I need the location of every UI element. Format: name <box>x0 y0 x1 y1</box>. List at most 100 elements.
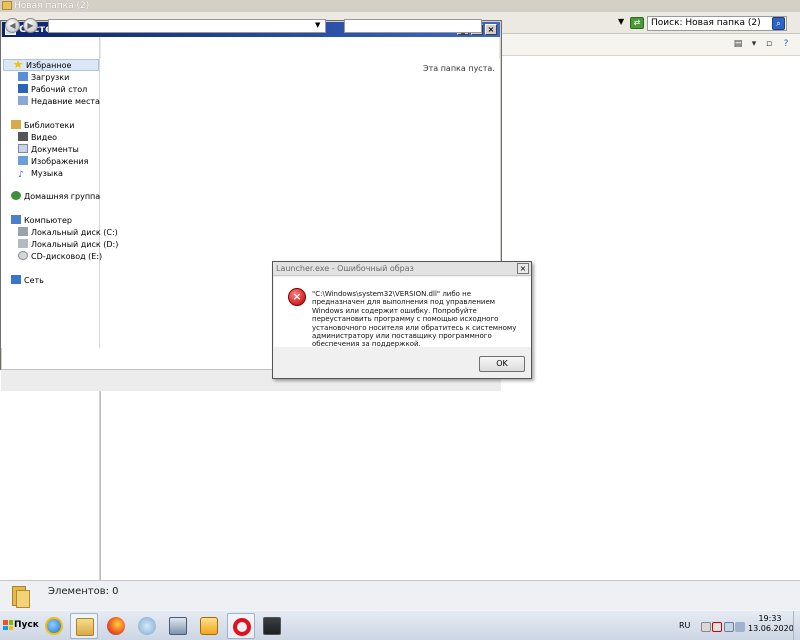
nav-item-drive-d[interactable]: Локальный диск (D:) <box>18 239 118 251</box>
video-icon <box>18 132 28 141</box>
empty-folder-message: Эта папка пуста. <box>423 64 495 73</box>
dialog-title-bar[interactable]: Launcher.exe - Ошибочный образ × <box>273 262 531 276</box>
nav-label: Музыка <box>31 169 63 178</box>
nav-label: Библиотеки <box>24 121 75 130</box>
nav-item-downloads[interactable]: Загрузки <box>18 72 69 84</box>
dialog-title: Launcher.exe - Ошибочный образ <box>276 264 414 273</box>
nav-item-libraries[interactable]: Библиотеки <box>11 120 74 132</box>
libraries-icon <box>11 120 21 129</box>
homegroup-icon <box>11 191 21 200</box>
nav-label: Загрузки <box>31 73 70 82</box>
clock-date: 13.06.2020 <box>748 624 794 633</box>
item-count: Элементов: 0 <box>48 586 119 597</box>
background-nav-pane <box>0 370 100 580</box>
internet-explorer-icon <box>45 617 63 635</box>
desktop-icon <box>18 84 28 93</box>
chevron-down-icon[interactable]: ▼ <box>315 21 320 29</box>
nav-label: Документы <box>31 145 79 154</box>
search-icon[interactable]: ⌕ <box>772 17 785 30</box>
nav-item-computer[interactable]: Компьютер <box>11 215 72 227</box>
nav-item-desktop[interactable]: Рабочий стол <box>18 84 87 96</box>
nav-item-video[interactable]: Видео <box>18 132 57 144</box>
network-status-icon[interactable] <box>712 622 722 632</box>
background-window-title[interactable]: Новая папка (2) <box>0 0 800 12</box>
nav-label: Локальный диск (D:) <box>31 240 119 249</box>
nav-item-documents[interactable]: Документы <box>18 144 79 156</box>
media-player-icon <box>200 617 218 635</box>
nav-label: Рабочий стол <box>31 85 88 94</box>
folder-icon <box>12 584 34 608</box>
downloads-icon <box>18 72 28 81</box>
error-message: "C:\Windows\system32\VERSION.dll" либо н… <box>312 290 517 349</box>
nav-item-drive-c[interactable]: Локальный диск (C:) <box>18 227 118 239</box>
nav-item-network[interactable]: Сеть <box>11 275 44 287</box>
nav-label: Домашняя группа <box>24 192 101 201</box>
nav-label: Видео <box>31 133 58 142</box>
close-button[interactable]: × <box>485 24 497 35</box>
taskbar-media-player[interactable] <box>195 613 223 639</box>
display-icon[interactable] <box>724 622 734 632</box>
taskbar-firefox[interactable] <box>102 613 130 639</box>
nav-item-images[interactable]: Изображения <box>18 156 88 168</box>
error-icon: × <box>288 288 306 306</box>
help-icon[interactable]: ? <box>780 39 792 50</box>
windows-logo-icon <box>3 620 13 630</box>
explorer-address-input[interactable] <box>48 19 326 33</box>
background-search-input[interactable]: Поиск: Новая папка (2) <box>647 16 787 31</box>
images-icon <box>18 156 28 165</box>
taskbar-file-explorer[interactable] <box>70 613 98 639</box>
taskbar-opera[interactable] <box>227 613 255 639</box>
refresh-icon[interactable]: ⇄ <box>630 17 644 29</box>
chevron-down-icon[interactable]: ▾ <box>748 39 760 50</box>
show-desktop-button[interactable] <box>793 611 800 640</box>
network-tool-icon <box>138 617 156 635</box>
nav-label: CD-дисковод (E:) <box>31 252 103 261</box>
nav-item-homegroup[interactable]: Домашняя группа <box>11 191 100 203</box>
status-bar <box>0 580 800 610</box>
nav-label: Недавние места <box>31 97 100 106</box>
chevron-down-icon[interactable]: ▼ <box>618 17 624 26</box>
documents-icon <box>18 144 28 153</box>
start-label: Пуск <box>14 620 39 630</box>
nav-label: Изображения <box>31 157 89 166</box>
explorer-search-input[interactable] <box>344 19 482 33</box>
nav-label: Сеть <box>24 276 44 285</box>
nav-label: Локальный диск (C:) <box>31 228 118 237</box>
dialog-close-button[interactable]: × <box>517 263 529 274</box>
taskbar-internet-explorer[interactable] <box>40 613 68 639</box>
folder-icon <box>2 1 12 10</box>
forward-button[interactable]: ▶ <box>23 18 38 33</box>
drive-icon <box>18 227 28 236</box>
music-icon: ♪ <box>18 170 24 180</box>
ok-button[interactable]: OK <box>479 356 525 372</box>
computer-icon <box>11 215 21 224</box>
nav-item-drive-e[interactable]: CD-дисковод (E:) <box>18 251 102 263</box>
terminal-icon <box>263 617 281 635</box>
start-button[interactable]: Пуск <box>2 614 39 636</box>
computer-management-icon <box>169 617 187 635</box>
background-window-title-text: Новая папка (2) <box>14 1 90 11</box>
star-icon <box>13 60 23 69</box>
view-options-icon[interactable]: ▤ <box>732 39 744 50</box>
clock[interactable]: 19:33 13.06.2020 <box>748 614 794 634</box>
volume-icon[interactable] <box>735 622 745 632</box>
taskbar-terminal[interactable] <box>258 613 286 639</box>
back-button[interactable]: ◀ <box>5 18 20 33</box>
clock-time: 19:33 <box>758 614 782 623</box>
opera-icon <box>233 618 251 636</box>
nav-item-favorites[interactable]: Избранное <box>3 59 99 71</box>
preview-pane-icon[interactable]: ▫ <box>763 39 775 50</box>
taskbar-computer-manager[interactable] <box>164 613 192 639</box>
cd-drive-icon <box>18 251 28 260</box>
nav-item-music[interactable]: ♪ Музыка <box>18 168 63 180</box>
recent-places-icon <box>18 96 28 105</box>
network-icon <box>11 275 21 284</box>
keyboard-icon[interactable] <box>701 622 711 632</box>
firefox-icon <box>107 617 125 635</box>
nav-label: Избранное <box>26 61 72 70</box>
nav-item-recent[interactable]: Недавние места <box>18 96 100 108</box>
drive-icon <box>18 239 28 248</box>
folder-icon <box>76 618 94 636</box>
language-indicator[interactable]: RU <box>679 621 690 630</box>
taskbar-network-tool[interactable] <box>133 613 161 639</box>
